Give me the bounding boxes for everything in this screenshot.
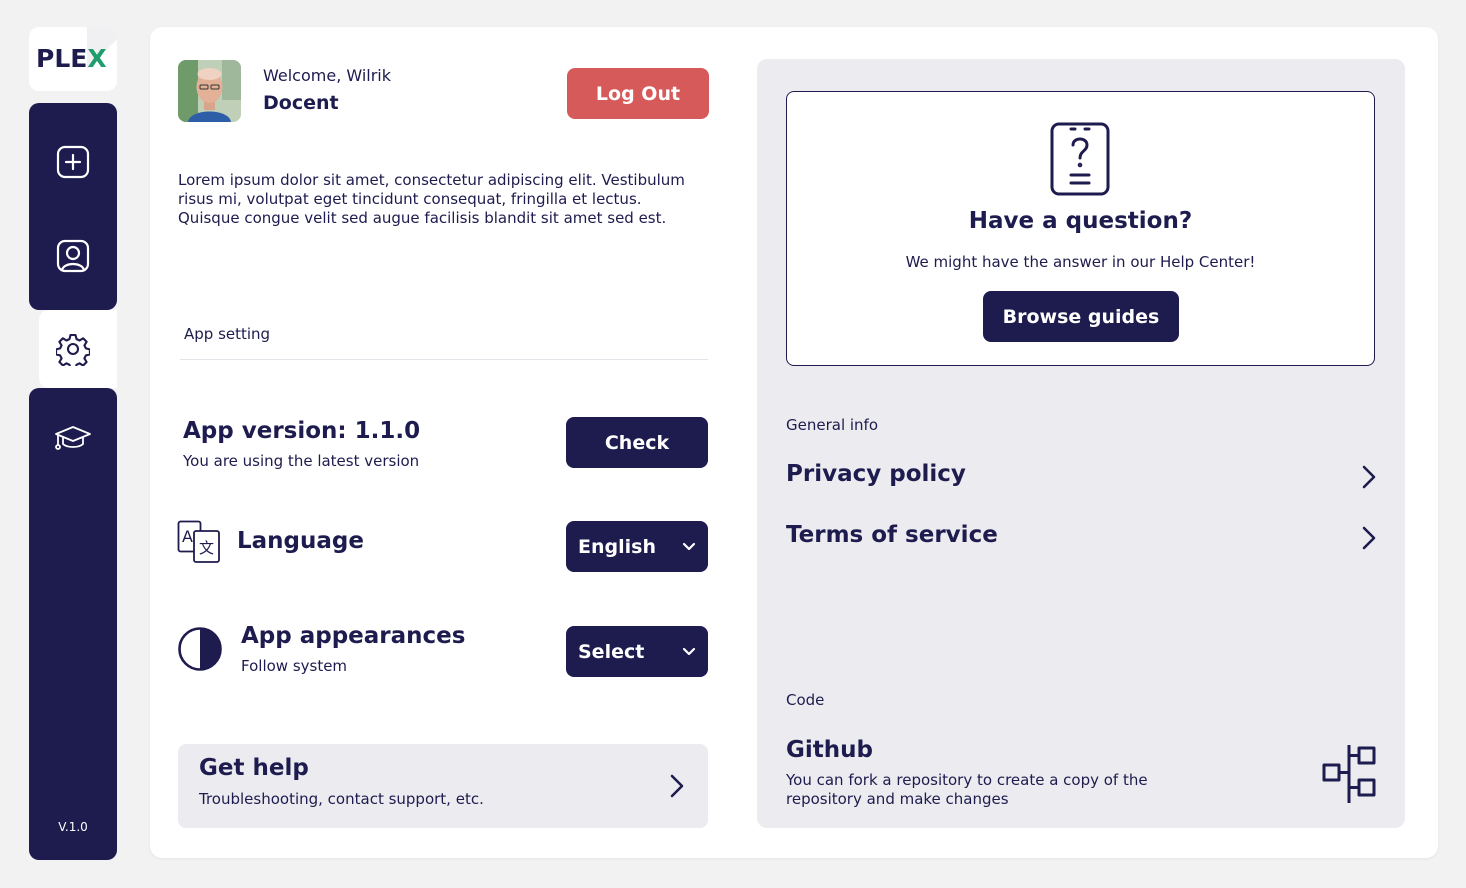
sidebar-item-courses[interactable] [53,418,93,458]
check-update-button[interactable]: Check [566,417,708,468]
privacy-policy-link[interactable]: Privacy policy [786,457,1378,497]
logo-text: PLEX [36,44,107,73]
svg-text:文: 文 [199,539,214,557]
logo-accent-text: X [87,44,107,73]
plus-square-icon [56,145,90,179]
translate-icon: A 文 [177,520,220,563]
code-section-label: Code [786,691,825,709]
github-title: Github [786,737,873,763]
user-portrait-icon [56,239,90,273]
terms-of-service-label: Terms of service [786,522,998,548]
sidebar-bottom-section [29,388,117,860]
privacy-policy-label: Privacy policy [786,461,966,487]
app-logo[interactable]: PLEX [29,27,117,91]
help-center-subtitle: We might have the answer in our Help Cen… [905,253,1256,271]
appearance-dropdown[interactable]: Select [566,626,708,677]
contrast-icon [178,627,222,671]
sidebar: V.1.0 [29,103,117,860]
sidebar-top-section [29,103,117,310]
repository-tree-icon[interactable] [1321,744,1377,804]
appearance-selected-value: Select [578,640,645,663]
chevron-down-icon [682,647,696,655]
language-dropdown[interactable]: English [566,521,708,572]
get-help-subtitle: Troubleshooting, contact support, etc. [199,790,484,808]
app-version-label: V.1.0 [58,820,88,834]
terms-of-service-link[interactable]: Terms of service [786,518,1378,558]
svg-text:A: A [182,527,193,546]
intro-paragraph: Lorem ipsum dolor sit amet, consectetur … [178,171,685,227]
gear-icon [56,333,90,366]
question-document-icon [1050,122,1110,196]
chevron-right-icon [1362,465,1376,489]
user-role: Docent [263,92,339,114]
sidebar-item-settings[interactable] [53,329,93,369]
chevron-right-icon [670,774,684,798]
help-center-title: Have a question? [968,208,1193,234]
browse-guides-button[interactable]: Browse guides [983,291,1179,342]
logout-button[interactable]: Log Out [567,68,709,119]
avatar-image [178,60,241,122]
sidebar-item-profile[interactable] [53,236,93,276]
github-description: You can fork a repository to create a co… [786,771,1148,808]
appearance-subtitle: Follow system [241,657,348,675]
section-label-app-setting: App setting [184,325,271,343]
language-title: Language [237,528,364,554]
chevron-right-icon [1362,526,1376,550]
avatar [178,60,241,122]
sidebar-item-add[interactable] [53,142,93,182]
get-help-title: Get help [199,755,309,781]
get-help-card[interactable]: Get help Troubleshooting, contact suppor… [178,744,708,828]
appearance-title: App appearances [241,623,466,649]
app-version-title: App version: 1.1.0 [183,418,421,444]
welcome-text: Welcome, Wilrik [263,66,392,85]
section-divider [180,359,708,360]
chevron-down-icon [682,542,696,550]
language-selected-value: English [578,535,656,558]
logo-main-text: PLE [36,44,88,73]
general-info-label: General info [786,416,879,434]
app-version-status: You are using the latest version [183,452,420,470]
graduation-cap-icon [55,426,91,450]
